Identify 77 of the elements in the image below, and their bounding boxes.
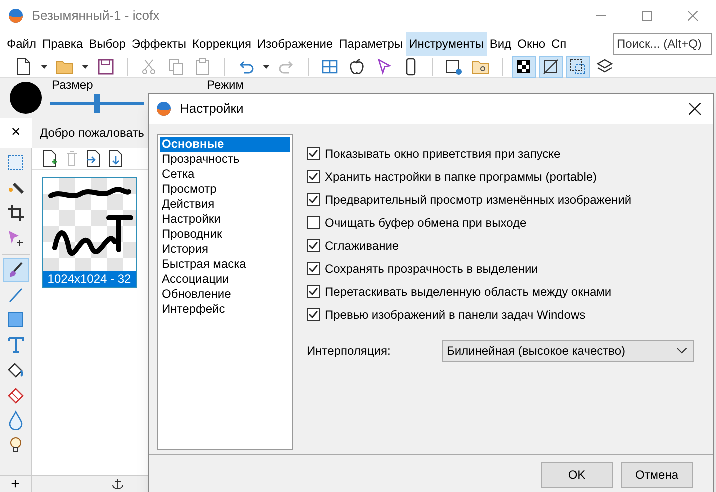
add-button[interactable]: +: [11, 476, 20, 492]
menu-item[interactable]: Параметры: [336, 32, 406, 56]
category-item[interactable]: Быстрая маска: [160, 257, 290, 272]
category-item[interactable]: Просмотр: [160, 182, 290, 197]
export-icon[interactable]: [108, 150, 124, 168]
checkbox[interactable]: [307, 262, 320, 275]
document-tab[interactable]: Добро пожаловать: [32, 118, 150, 148]
menu-item[interactable]: Изображение: [254, 32, 336, 56]
menu-item[interactable]: Эффекты: [128, 32, 190, 56]
checkbox[interactable]: [307, 147, 320, 160]
menu-item[interactable]: Сп: [548, 32, 570, 56]
category-item[interactable]: Действия: [160, 197, 290, 212]
dialog-button[interactable]: OK: [541, 462, 613, 488]
toolbar-button[interactable]: [512, 56, 536, 78]
category-item[interactable]: Прозрачность: [160, 152, 290, 167]
chevron-down-icon: [677, 348, 687, 354]
checkbox-label: Хранить настройки в папке программы (portable): [325, 168, 598, 186]
search-field[interactable]: Поиск... (Alt+Q): [613, 33, 712, 55]
checkbox-label: Превью изображений в панели задач Windows: [325, 306, 586, 324]
dialog-title: Настройки: [180, 100, 244, 118]
caret-icon: [82, 64, 89, 68]
apple-icon: [347, 56, 367, 76]
menu-item[interactable]: Инструменты: [406, 32, 487, 56]
category-item[interactable]: Проводник: [160, 227, 290, 242]
window-title: Безымянный-1 - icofx: [32, 7, 160, 26]
image-caption: 1024x1024 - 32: [43, 271, 136, 287]
close-icon[interactable]: [689, 103, 701, 115]
anchor-icon[interactable]: [112, 478, 124, 490]
checkbox-label: Сглаживание: [325, 238, 400, 254]
checkbox[interactable]: [307, 308, 320, 321]
text-tool-icon: [6, 335, 26, 355]
selection-tool-icon: [6, 153, 26, 173]
checkbox[interactable]: [307, 239, 320, 252]
new-image-icon[interactable]: [42, 150, 58, 168]
checkbox[interactable]: [307, 285, 320, 298]
color-swatch-icon[interactable]: [10, 82, 42, 114]
category-item[interactable]: Основные: [160, 137, 290, 152]
toolbar-button[interactable]: [539, 56, 563, 78]
caret-icon: [263, 64, 270, 68]
app-logo-icon: [156, 101, 172, 117]
tool-button[interactable]: [2, 258, 28, 282]
crop-icon: [6, 203, 26, 223]
interpolation-label: Интерполяция:: [307, 343, 392, 360]
category-item[interactable]: Обновление: [160, 287, 290, 302]
checkbox-label: Предварительный просмотр изменённых изображений: [325, 192, 632, 208]
size-label: Размер: [52, 78, 94, 92]
menu-item[interactable]: Окно: [514, 32, 548, 56]
app-logo-icon: [8, 8, 24, 24]
checkbox-label: Показывать окно приветствия при запуске: [325, 146, 561, 162]
category-item[interactable]: История: [160, 242, 290, 257]
import-icon[interactable]: [86, 150, 102, 168]
toolbar-button[interactable]: [566, 56, 590, 78]
checkbox[interactable]: [307, 193, 320, 206]
category-item[interactable]: Сетка: [160, 167, 290, 182]
checkbox-label: Перетаскивать выделенную область между окнами: [325, 284, 612, 300]
menu-item[interactable]: Файл: [4, 32, 40, 56]
checkbox-label: Очищать буфер обмена при выходе: [325, 214, 527, 232]
checkbox[interactable]: [307, 216, 320, 229]
menu-item[interactable]: Правка: [40, 32, 86, 56]
save-icon: [96, 56, 116, 76]
close-tab-button[interactable]: ×: [0, 118, 32, 148]
selection-icon: [568, 56, 588, 76]
mode-label: Режим: [207, 78, 244, 92]
dialog-button[interactable]: Отмена: [621, 462, 693, 488]
interpolation-dropdown[interactable]: Билинейная (высокое качество): [442, 340, 694, 362]
category-item[interactable]: Ассоциации: [160, 272, 290, 287]
menu-item[interactable]: Выбор: [86, 32, 129, 56]
checkbox[interactable]: [307, 170, 320, 183]
rectangle-tool-icon: [6, 310, 26, 330]
caret-icon: [41, 64, 48, 68]
menu-item[interactable]: Коррекция: [189, 32, 254, 56]
size-slider[interactable]: [50, 94, 144, 113]
category-item[interactable]: Настройки: [160, 212, 290, 227]
maximize-icon[interactable]: [642, 11, 652, 21]
menu-item[interactable]: Вид: [486, 32, 515, 56]
checkbox-label: Сохранять прозрачность в выделении: [325, 260, 538, 278]
category-item[interactable]: Интерфейс: [160, 302, 290, 317]
